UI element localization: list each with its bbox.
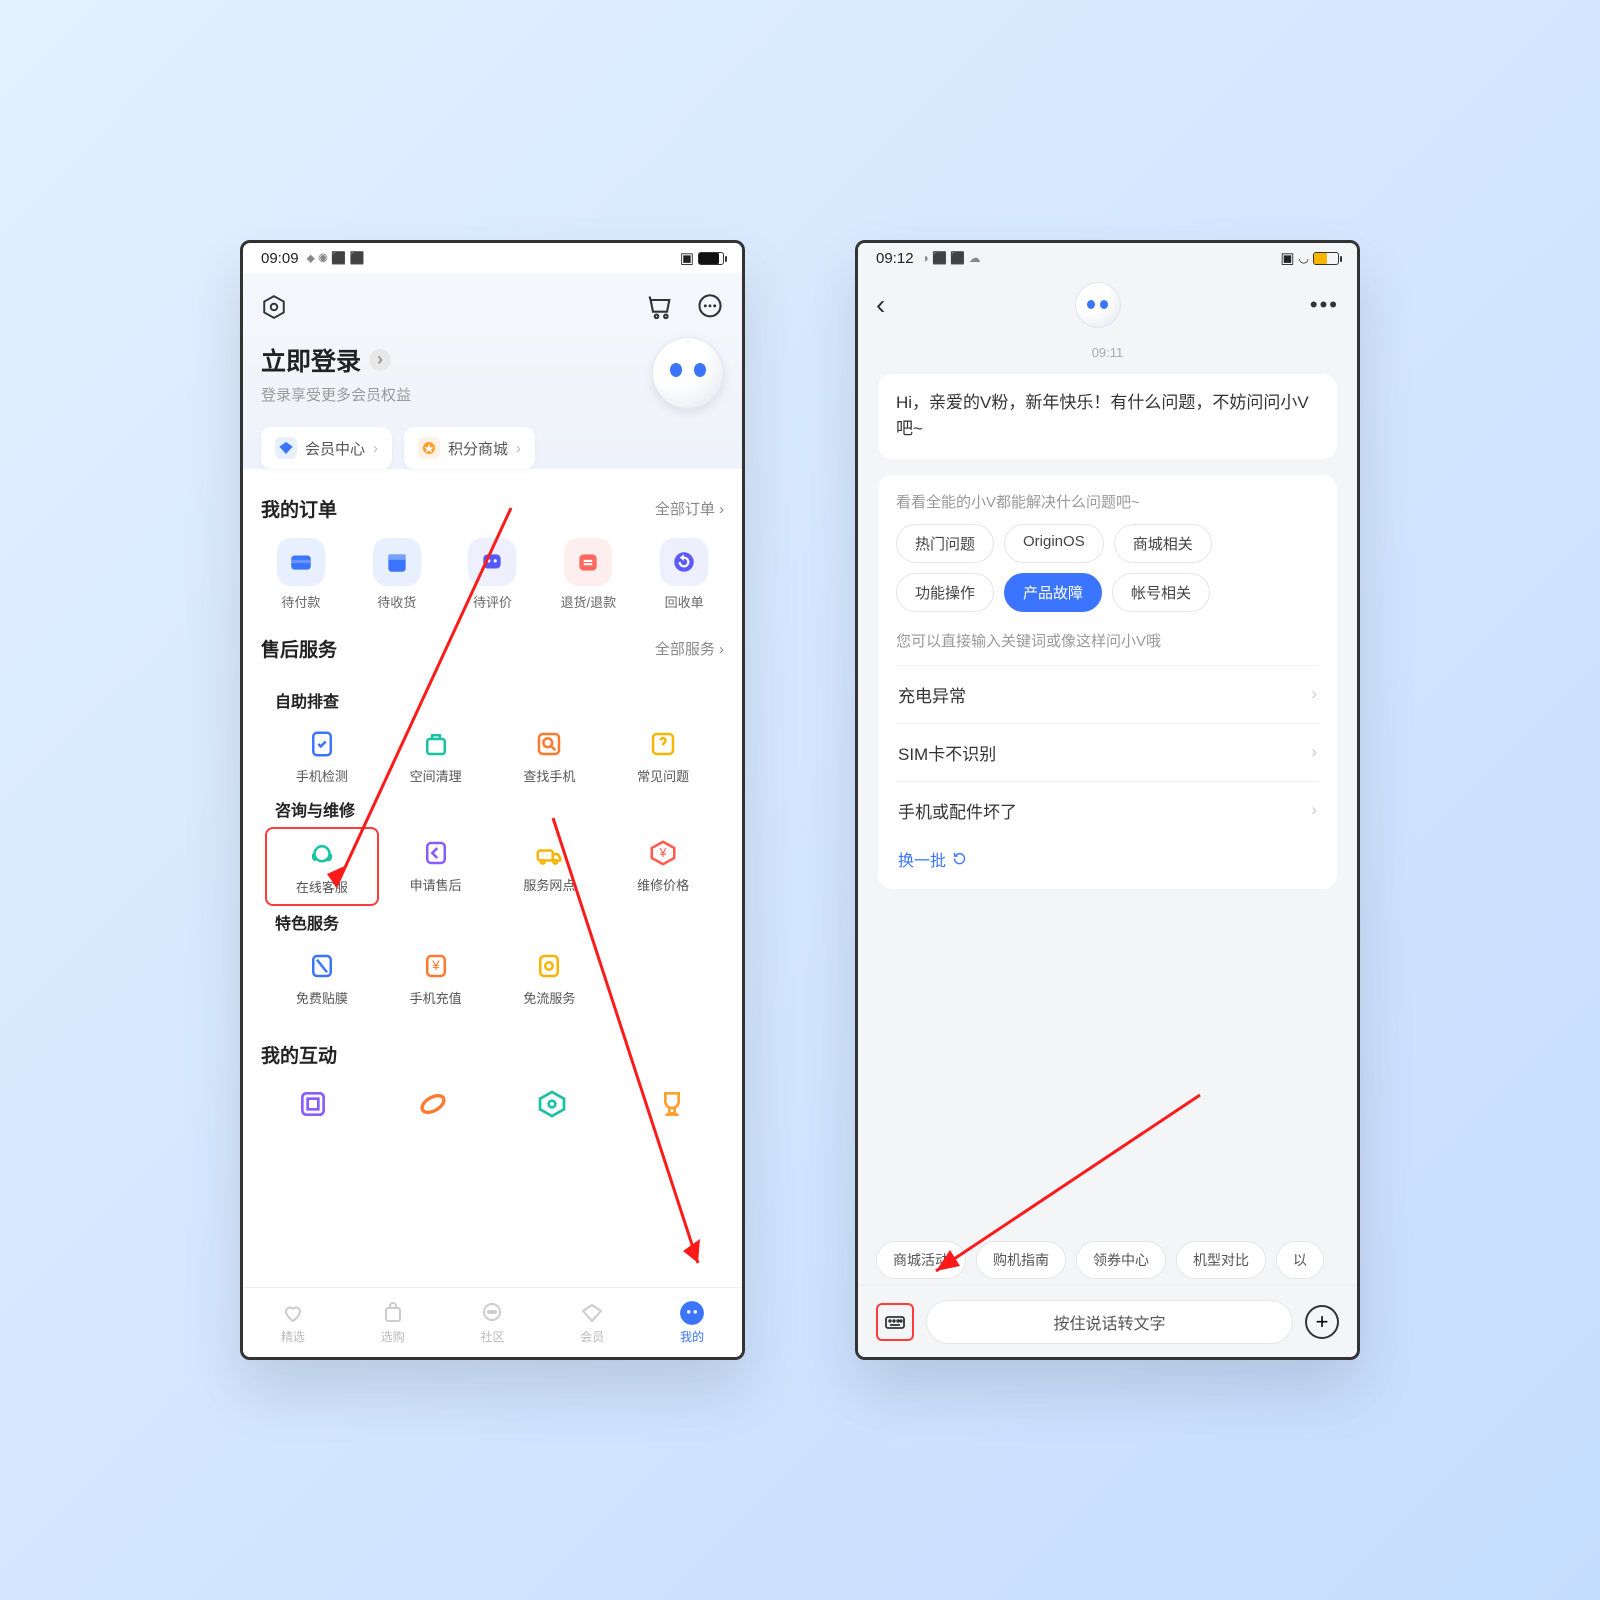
question-0[interactable]: 充电异常› — [896, 665, 1319, 723]
tab-member[interactable]: 会员 — [542, 1288, 642, 1357]
status-bar: 09:09 ⬥ ◉ ⬛ ⬛ ▣ — [243, 243, 742, 273]
suggestion-1[interactable]: 购机指南 — [976, 1241, 1066, 1279]
service-header: 售后服务 全部服务 › — [243, 625, 742, 672]
svc-clean[interactable]: 空间清理 — [379, 718, 493, 793]
svc-service-point[interactable]: 服务网点 — [493, 827, 607, 906]
back-button[interactable]: ‹ — [876, 289, 885, 321]
topic-3[interactable]: 功能操作 — [896, 573, 994, 612]
greeting-bubble: Hi，亲爱的V粉，新年快乐！有什么问题，不妨问问小V吧~ — [878, 374, 1337, 459]
question-2[interactable]: 手机或配件坏了› — [896, 781, 1319, 839]
chip-points-mall[interactable]: 积分商城› — [404, 427, 535, 469]
avatar[interactable] — [652, 337, 724, 409]
interact-2[interactable] — [373, 1078, 493, 1134]
suggestion-0[interactable]: 商城活动 — [876, 1241, 966, 1279]
keyboard-toggle[interactable] — [876, 1303, 914, 1341]
svc-phone-check[interactable]: 手机检测 — [265, 718, 379, 793]
topic-2[interactable]: 商城相关 — [1114, 524, 1212, 563]
tab-featured[interactable]: 精选 — [243, 1288, 343, 1357]
settings-hex-icon[interactable] — [261, 294, 287, 320]
order-pending-ship[interactable]: 待收货 — [349, 532, 445, 617]
suggestion-bar: 商城活动购机指南领券中心机型对比以 — [858, 1241, 1357, 1279]
svc-find-phone[interactable]: 查找手机 — [493, 718, 607, 793]
add-button[interactable]: + — [1305, 1305, 1339, 1339]
orders-grid: 待付款 待收货 待评价 退货/退款 回收单 — [243, 532, 742, 625]
clock: 09:12 — [876, 250, 914, 267]
chip-member-center[interactable]: 会员中心› — [261, 427, 392, 469]
refresh-button[interactable]: 换一批 — [896, 839, 1319, 873]
topic-5[interactable]: 帐号相关 — [1112, 573, 1210, 612]
topic-4[interactable]: 产品故障 — [1004, 573, 1102, 612]
suggestion-3[interactable]: 机型对比 — [1176, 1241, 1266, 1279]
bottom-tabs: 精选 选购 社区 会员 我的 — [243, 1287, 742, 1357]
screenshot-chat: 09:12 ◑ ⬛ ⬛ ☁ ▣◡ ‹ ••• 09:11 Hi，亲爱的V粉，新年… — [855, 240, 1360, 1360]
topic-1[interactable]: OriginOS — [1004, 524, 1104, 563]
screenshot-profile: 09:09 ⬥ ◉ ⬛ ⬛ ▣ 立即登录› 登录享受更多会员权益 会员 — [240, 240, 745, 1360]
svc-apply-aftersale[interactable]: 申请售后 — [379, 827, 493, 906]
svc-recharge[interactable]: ¥手机充值 — [379, 940, 493, 1015]
status-indicators: ⬥ ◉ ⬛ ⬛ — [307, 251, 365, 266]
clock: 09:09 — [261, 250, 299, 267]
cart-icon[interactable] — [646, 293, 674, 321]
login-subtitle: 登录享受更多会员权益 — [261, 384, 411, 405]
login-title[interactable]: 立即登录› — [261, 342, 411, 378]
suggestion-4[interactable]: 以 — [1276, 1241, 1324, 1279]
topics-panel: 看看全能的小V都能解决什么问题吧~ 热门问题 OriginOS 商城相关功能操作产品… — [878, 475, 1337, 889]
status-bar: 09:12 ◑ ⬛ ⬛ ☁ ▣◡ — [858, 243, 1357, 273]
svc-repair-price[interactable]: ¥维修价格 — [606, 827, 720, 906]
topic-0[interactable]: 热门问题 — [896, 524, 994, 563]
group-featured: 特色服务 — [265, 906, 720, 940]
svc-free-data[interactable]: 免流服务 — [493, 940, 607, 1015]
input-bar: 按住说话转文字 + — [858, 1285, 1357, 1357]
panel-hint: 看看全能的小V都能解决什么问题吧~ — [896, 491, 1319, 512]
status-indicators: ◑ ⬛ ⬛ ☁ — [922, 251, 981, 265]
tab-mine[interactable]: 我的 — [642, 1288, 742, 1357]
interact-3[interactable] — [493, 1078, 613, 1134]
more-button[interactable]: ••• — [1310, 292, 1339, 318]
interact-header: 我的互动 — [243, 1041, 742, 1078]
order-refund[interactable]: 退货/退款 — [540, 532, 636, 617]
interact-4[interactable] — [612, 1078, 732, 1134]
tab-community[interactable]: 社区 — [443, 1288, 543, 1357]
suggestion-2[interactable]: 领券中心 — [1076, 1241, 1166, 1279]
svc-online-support[interactable]: 在线客服 — [265, 827, 379, 906]
question-1[interactable]: SIM卡不识别› — [896, 723, 1319, 781]
voice-input[interactable]: 按住说话转文字 — [926, 1300, 1293, 1344]
chevron-right-icon: › — [369, 349, 391, 371]
panel-hint2: 您可以直接输入关键词或像这样问小V哦 — [896, 630, 1319, 651]
bot-avatar — [1075, 282, 1121, 328]
message-icon[interactable] — [696, 293, 724, 321]
order-pending-pay[interactable]: 待付款 — [253, 532, 349, 617]
group-self-check: 自助排查 — [265, 684, 720, 718]
group-consult: 咨询与维修 — [265, 793, 720, 827]
order-recycle[interactable]: 回收单 — [636, 532, 732, 617]
chat-timestamp: 09:11 — [858, 345, 1357, 360]
service-card: 自助排查 手机检测 空间清理 查找手机 常见问题 咨询与维修 在线客服 申请售后… — [257, 672, 728, 1027]
svg-text:¥: ¥ — [431, 958, 440, 973]
svg-text:¥: ¥ — [659, 846, 667, 860]
tab-shop[interactable]: 选购 — [343, 1288, 443, 1357]
interact-1[interactable] — [253, 1078, 373, 1134]
order-pending-review[interactable]: 待评价 — [445, 532, 541, 617]
svc-free-film[interactable]: 免费贴膜 — [265, 940, 379, 1015]
all-services-link[interactable]: 全部服务 › — [655, 638, 724, 659]
svc-faq[interactable]: 常见问题 — [606, 718, 720, 793]
all-orders-link[interactable]: 全部订单 › — [655, 498, 724, 519]
orders-header: 我的订单 全部订单 › — [243, 485, 742, 532]
